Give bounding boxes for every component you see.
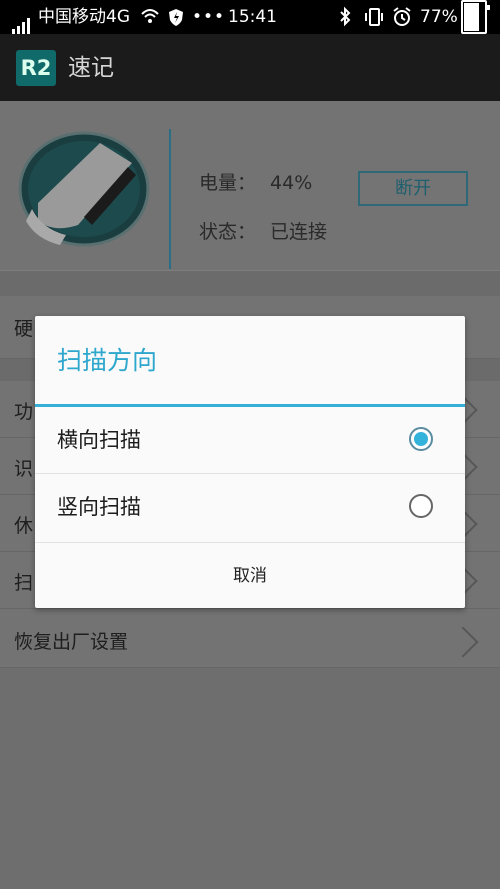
battery-label: 电量： (199, 172, 257, 194)
settings-row-label: 扫 (14, 572, 34, 594)
shield-icon (168, 0, 184, 34)
settings-row-factory-reset[interactable]: 恢复出厂设置 (0, 609, 500, 668)
battery-percent: 77% (420, 7, 458, 27)
more-notifications-icon: ••• (192, 7, 226, 27)
settings-row-label: 休 (14, 515, 34, 537)
battery-icon (461, 0, 490, 34)
option-vertical-scan[interactable]: 竖向扫描 (35, 474, 465, 540)
status-label: 状态： (199, 221, 257, 243)
status-value: 已连接 (270, 221, 328, 243)
carrier-label: 中国移动4G (38, 7, 130, 27)
dialog-title: 扫描方向 (57, 346, 158, 375)
settings-row-label: 硬 (14, 318, 34, 340)
battery-info: 电量： 44% (199, 168, 312, 195)
factory-reset-label: 恢复出厂设置 (14, 631, 129, 653)
scanner-pen-image (18, 131, 150, 247)
option-label: 横向扫描 (57, 428, 141, 452)
panel-divider (169, 129, 171, 269)
radio-button[interactable] (409, 494, 433, 518)
section-gap (0, 271, 500, 296)
option-label: 竖向扫描 (57, 495, 141, 519)
bluetooth-icon (338, 0, 352, 34)
battery-value: 44% (270, 172, 313, 194)
app-title: 速记 (68, 55, 114, 81)
cancel-button[interactable]: 取消 (35, 544, 465, 608)
clock: 15:41 (228, 7, 277, 27)
app-bar: R2 速记 (0, 34, 500, 101)
disconnect-button[interactable]: 断开 (358, 171, 468, 206)
device-panel: 电量： 44% 状态： 已连接 断开 (0, 101, 500, 271)
connection-info: 状态： 已连接 (199, 217, 327, 244)
app-logo: R2 (16, 50, 56, 86)
chevron-right-icon (447, 626, 479, 658)
settings-row-label: 识 (14, 458, 34, 480)
status-bar: 中国移动4G ••• 15:41 77% (0, 0, 500, 34)
alarm-icon (392, 0, 412, 34)
option-divider (35, 542, 465, 543)
wifi-icon (140, 0, 160, 34)
radio-button-selected[interactable] (409, 427, 433, 451)
settings-row-label: 功 (14, 401, 34, 423)
vibrate-icon (364, 0, 384, 34)
option-horizontal-scan[interactable]: 横向扫描 (35, 407, 465, 473)
scan-direction-dialog: 扫描方向 横向扫描 竖向扫描 取消 (35, 316, 465, 608)
